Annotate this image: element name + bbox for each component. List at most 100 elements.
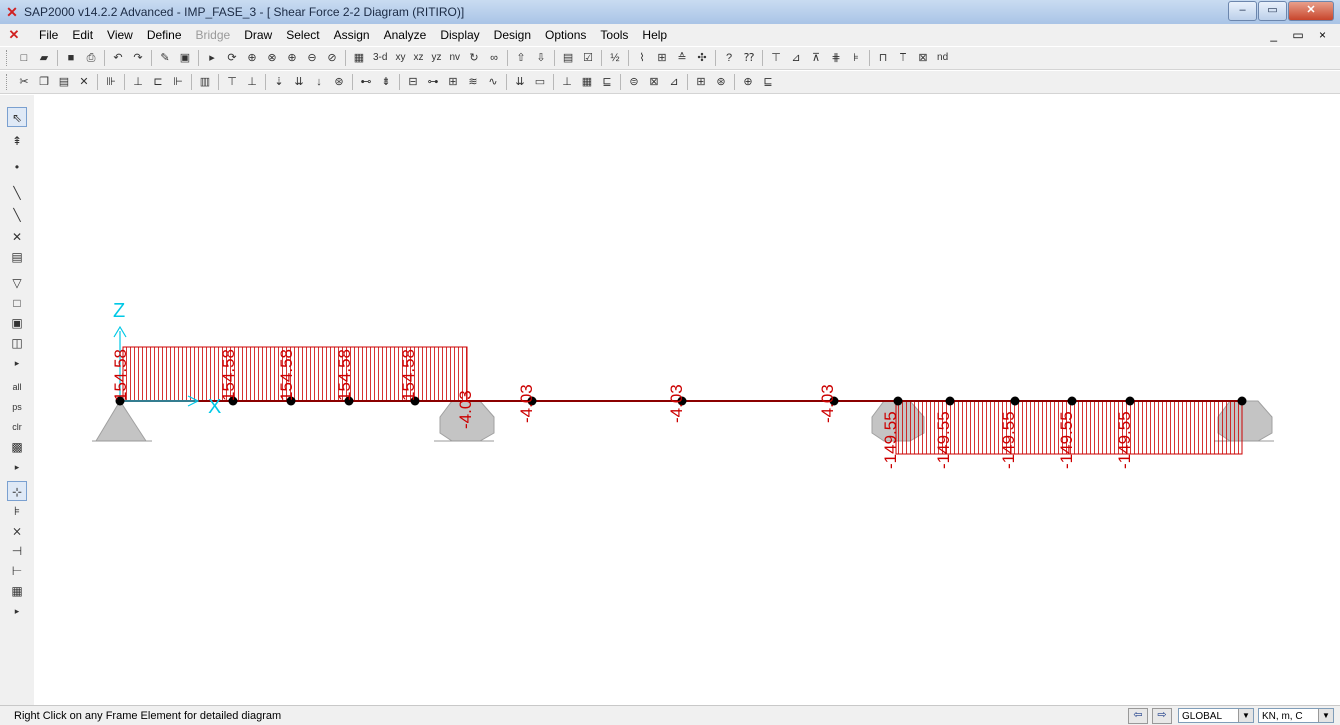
delete-icon[interactable]: ✕ <box>75 73 93 91</box>
view-icon[interactable]: ▦ <box>350 49 368 67</box>
frame-shape-icon[interactable]: ⊓ <box>874 49 892 67</box>
diagram-canvas[interactable]: Z X 154.58 154.58 154.58 154.58 154.58 -… <box>34 95 1336 705</box>
joint-node[interactable] <box>893 396 903 406</box>
tendon-icon[interactable]: ⊞ <box>444 73 462 91</box>
view-yz-button[interactable]: yz <box>428 49 444 67</box>
menu-edit[interactable]: Edit <box>65 28 100 42</box>
units-select[interactable]: KN, m, C ▼ <box>1258 708 1334 723</box>
ground-displacement-icon[interactable]: ⊥ <box>558 73 576 91</box>
copy-icon[interactable]: ❐ <box>35 73 53 91</box>
snap-fine-grid-icon[interactable]: ▦ <box>7 581 27 601</box>
toolbar-expand-icon[interactable]: ▸ <box>7 353 27 373</box>
restore-button[interactable]: ▭ <box>1258 1 1287 21</box>
draw-frame-icon[interactable]: ╲ <box>7 183 27 203</box>
section-designer-icon[interactable]: ⊑ <box>759 73 777 91</box>
next-step-icon[interactable]: ⇨ <box>1152 708 1172 724</box>
menu-options[interactable]: Options <box>538 28 593 42</box>
show-forces-icon[interactable]: ⊞ <box>653 49 671 67</box>
close-button[interactable]: ✕ <box>1288 1 1334 21</box>
help-icon[interactable]: ? <box>720 49 738 67</box>
design-details-icon[interactable]: ⊧ <box>847 49 865 67</box>
move-down-icon[interactable]: ⇩ <box>532 49 550 67</box>
paste-icon[interactable]: ▤ <box>55 73 73 91</box>
link-element-icon[interactable]: ⊶ <box>424 73 442 91</box>
fraction-icon[interactable]: ½ <box>606 49 624 67</box>
joint-node[interactable] <box>945 396 955 406</box>
snap-intersections-icon[interactable]: ⨯ <box>7 521 27 541</box>
zoom-full-icon[interactable]: ⊗ <box>263 49 281 67</box>
joint-node[interactable] <box>1237 396 1247 406</box>
menu-assign[interactable]: Assign <box>327 28 377 42</box>
point-loads-icon[interactable]: ↓ <box>310 73 328 91</box>
pencil-icon[interactable]: ✎ <box>156 49 174 67</box>
snap-line-ends-icon[interactable]: ⊧ <box>7 501 27 521</box>
perspective-icon[interactable]: ∞ <box>485 49 503 67</box>
menu-analyze[interactable]: Analyze <box>377 28 434 42</box>
print-icon[interactable]: ⎙ <box>82 49 100 67</box>
snap-joints-icon[interactable]: ⊹ <box>7 481 27 501</box>
frame-sections-icon[interactable]: ▥ <box>196 73 214 91</box>
quick-draw-area-icon[interactable]: ▣ <box>7 313 27 333</box>
coordinate-system-select[interactable]: GLOBAL ▼ <box>1178 708 1254 723</box>
dropdown-arrow-icon[interactable]: ▼ <box>1318 709 1333 722</box>
frame-forces-icon[interactable]: ✣ <box>693 49 711 67</box>
mass-icon[interactable]: ⇊ <box>511 73 529 91</box>
run-analysis-icon[interactable]: ▸ <box>203 49 221 67</box>
draw-section-cut-icon[interactable]: ▤ <box>7 247 27 267</box>
frame-releases-icon[interactable]: ⊤ <box>223 73 241 91</box>
rotate-icon[interactable]: ↻ <box>465 49 483 67</box>
document-icon[interactable]: ✕ <box>6 27 22 43</box>
deformed-shape-icon[interactable]: ⌇ <box>633 49 651 67</box>
menu-view[interactable]: View <box>100 28 140 42</box>
save-icon[interactable]: ■ <box>62 49 80 67</box>
view-xy-button[interactable]: xy <box>392 49 408 67</box>
shear-force-diagram[interactable]: Z X 154.58 154.58 154.58 154.58 154.58 -… <box>34 95 1336 705</box>
move-up-icon[interactable]: ⇧ <box>512 49 530 67</box>
frame-release-icon[interactable]: ⊠ <box>914 49 932 67</box>
clear-selection-icon[interactable]: clr <box>7 417 27 437</box>
design-concrete-icon[interactable]: ⊿ <box>787 49 805 67</box>
joint-node[interactable] <box>1010 396 1020 406</box>
analysis-options-icon[interactable]: ⊞ <box>692 73 710 91</box>
nd-button[interactable]: nd <box>934 49 951 67</box>
show-axes-icon[interactable]: ⊿ <box>665 73 683 91</box>
design-cold-formed-icon[interactable]: ⋕ <box>827 49 845 67</box>
joint-loads-icon[interactable]: ⇣ <box>270 73 288 91</box>
rubber-band-zoom-icon[interactable]: ⟳ <box>223 49 241 67</box>
toolbar-grip[interactable] <box>6 74 10 90</box>
toolbar-expand-icon[interactable]: ▸ <box>7 457 27 477</box>
dropdown-arrow-icon[interactable]: ▼ <box>1238 709 1253 722</box>
show-undeformed-icon[interactable]: ⊜ <box>625 73 643 91</box>
mdi-controls[interactable]: _ ▭ × <box>1270 28 1332 42</box>
load-combos-icon[interactable]: ⊕ <box>739 73 757 91</box>
snap-lines-icon[interactable]: ⊢ <box>7 561 27 581</box>
zoom-in-icon[interactable]: ⊕ <box>283 49 301 67</box>
joint-springs-icon[interactable]: ⊩ <box>169 73 187 91</box>
toolbar-grip[interactable] <box>6 50 10 66</box>
quick-draw-frame-icon[interactable]: ╲ <box>7 205 27 225</box>
temperature-icon[interactable]: ⊛ <box>330 73 348 91</box>
draw-joint-icon[interactable]: • <box>7 157 27 177</box>
previous-selection-icon[interactable]: ps <box>7 397 27 417</box>
frame-hinge-icon[interactable]: ⟙ <box>894 49 912 67</box>
beam-element-icon[interactable]: ⊟ <box>404 73 422 91</box>
replicate-icon[interactable]: ⊪ <box>102 73 120 91</box>
lock-icon[interactable]: ▣ <box>176 49 194 67</box>
draw-solid-icon[interactable]: ◫ <box>7 333 27 353</box>
design-aluminum-icon[interactable]: ⊼ <box>807 49 825 67</box>
view-nv-button[interactable]: nv <box>446 49 463 67</box>
diaphragm-icon[interactable]: ▭ <box>531 73 549 91</box>
joint-constraints-icon[interactable]: ⊏ <box>149 73 167 91</box>
redo-icon[interactable]: ↷ <box>129 49 147 67</box>
intersecting-line-icon[interactable]: ▩ <box>7 437 27 457</box>
view-3d-button[interactable]: 3-d <box>370 49 390 67</box>
minimize-button[interactable]: – <box>1228 1 1257 21</box>
draw-link-icon[interactable]: ✕ <box>7 227 27 247</box>
select-all-icon[interactable]: all <box>7 377 27 397</box>
zoom-window-icon[interactable]: ⊕ <box>243 49 261 67</box>
menu-design[interactable]: Design <box>487 28 538 42</box>
open-folder-icon[interactable]: ▰ <box>35 49 53 67</box>
menu-select[interactable]: Select <box>279 28 326 42</box>
pan-icon[interactable]: ⊘ <box>323 49 341 67</box>
menu-define[interactable]: Define <box>140 28 189 42</box>
